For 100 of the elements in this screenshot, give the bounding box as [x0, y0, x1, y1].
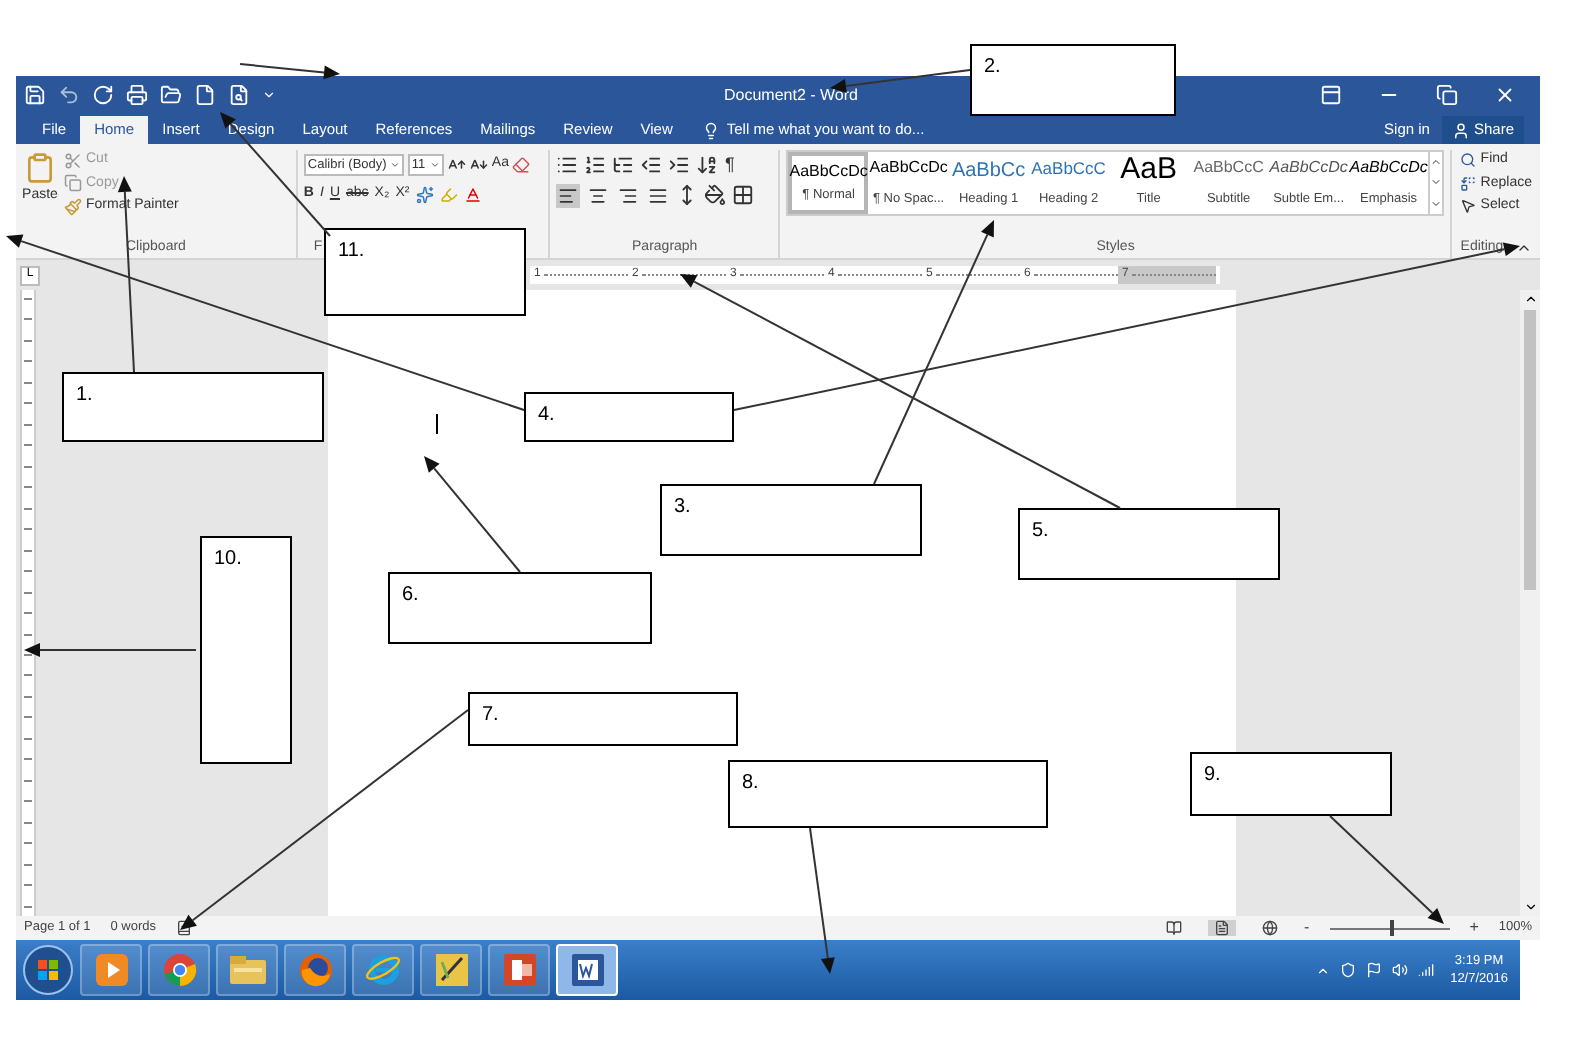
- browser-icon: [365, 952, 401, 988]
- taskbar-app[interactable]: [80, 944, 142, 996]
- volume-icon[interactable]: [1392, 962, 1409, 978]
- annotation-number: 6.: [402, 584, 419, 606]
- decrease-indent-icon[interactable]: [640, 154, 663, 176]
- style-preview: AaBbCcDc: [1349, 156, 1428, 180]
- scissors-icon: [64, 151, 82, 170]
- start-button[interactable]: [22, 944, 74, 996]
- firefox-icon: [297, 952, 333, 988]
- scroll-up-icon[interactable]: [1523, 292, 1537, 306]
- caret-icon: [389, 160, 400, 170]
- notes-icon: [433, 952, 469, 988]
- network-icon[interactable]: [1418, 962, 1435, 978]
- bullets-icon[interactable]: [556, 154, 579, 176]
- shrink-font-icon[interactable]: [469, 156, 488, 174]
- shield-icon[interactable]: [1340, 962, 1357, 978]
- justify-icon: [648, 185, 669, 205]
- view-button[interactable]: [1208, 920, 1237, 936]
- customize-caret-icon[interactable]: [262, 88, 276, 102]
- style-preview: AaBbCcDc: [869, 156, 948, 180]
- redo-icon[interactable]: [92, 84, 114, 106]
- copy-icon: [64, 174, 82, 193]
- paintbrush-icon: [64, 197, 82, 216]
- printer-icon[interactable]: [126, 84, 148, 106]
- presentation-app-icon: [501, 952, 537, 988]
- zoom-out-button[interactable]: -: [1304, 916, 1310, 940]
- style-preview: AaB: [1120, 156, 1177, 184]
- borders-icon[interactable]: [732, 184, 755, 206]
- annotation-number: 9.: [1204, 764, 1221, 786]
- style-preview: AaBbCcDc: [789, 160, 868, 184]
- undo-icon[interactable]: [58, 84, 80, 106]
- shading-icon[interactable]: [704, 184, 727, 206]
- zoom-thumb[interactable]: [1389, 919, 1394, 935]
- text-cursor: [436, 414, 438, 434]
- font-color-icon[interactable]: [463, 186, 482, 204]
- text-effects-icon[interactable]: [415, 186, 434, 204]
- alignment-button[interactable]: [646, 183, 671, 207]
- leader-arrow: [424, 456, 521, 573]
- media-player-icon: [93, 952, 129, 988]
- style-preview: AaBbCcC: [1031, 156, 1106, 182]
- folder-icon: [227, 952, 267, 988]
- annotation-number: 1.: [76, 384, 93, 406]
- style-preview: AaBbCc: [951, 158, 1026, 186]
- clear-formatting-icon[interactable]: [512, 156, 531, 174]
- caret-icon: [429, 160, 440, 170]
- style-preview: AaBbCcC: [1193, 156, 1264, 180]
- taskbar-app[interactable]: [352, 944, 414, 996]
- search-icon: [1460, 152, 1477, 169]
- pointer-icon: [1460, 198, 1477, 215]
- alignment-button[interactable]: [586, 183, 611, 207]
- chrome-icon: [161, 952, 197, 988]
- zoom-in-button[interactable]: +: [1469, 916, 1479, 940]
- flag-icon[interactable]: [1366, 962, 1383, 978]
- annotation-number: 3.: [674, 496, 691, 518]
- more-styles-icon[interactable]: [1430, 197, 1443, 210]
- align-center-icon: [588, 185, 609, 205]
- alignment-button[interactable]: [556, 183, 581, 207]
- annotation-number: 10.: [214, 548, 242, 570]
- annotation-number: 8.: [742, 772, 759, 794]
- save-icon[interactable]: [24, 84, 46, 106]
- clipboard-icon: [24, 150, 56, 186]
- folder-icon[interactable]: [160, 84, 182, 106]
- close-icon[interactable]: [1494, 84, 1516, 106]
- person-icon: [1451, 121, 1470, 139]
- annotation-number: 7.: [482, 704, 499, 726]
- annotation-number: 11.: [338, 240, 365, 262]
- style-preview: AaBbCcDc: [1269, 156, 1348, 180]
- ribbon-display-options-icon[interactable]: [1320, 84, 1342, 106]
- numbering-icon[interactable]: [584, 154, 607, 176]
- annotation-number: 2.: [984, 56, 1001, 78]
- replace-icon: [1460, 175, 1477, 192]
- show-formatting-button[interactable]: ¶: [724, 151, 735, 179]
- lightbulb-icon: [702, 121, 721, 139]
- restore-icon[interactable]: [1436, 84, 1458, 106]
- annotation-number: 4.: [538, 404, 555, 426]
- window-title: Document2 - Word: [724, 83, 858, 107]
- web-layout-icon: [1262, 920, 1279, 936]
- read-mode-icon: [1166, 920, 1183, 936]
- show-hidden-icons-icon[interactable]: [1316, 963, 1331, 977]
- taskbar-app[interactable]: [216, 944, 278, 996]
- print-preview-icon[interactable]: [228, 84, 250, 106]
- leader-arrow: [1329, 815, 1444, 924]
- taskbar-app[interactable]: [284, 944, 346, 996]
- grow-font-icon[interactable]: [447, 156, 466, 174]
- align-left-icon: [558, 185, 579, 205]
- scroll-down-icon[interactable]: [1523, 900, 1537, 914]
- align-right-icon: [618, 185, 639, 205]
- taskbar-app[interactable]: [488, 944, 550, 996]
- multilevel-list-icon[interactable]: [612, 154, 635, 176]
- taskbar-app[interactable]: [420, 944, 482, 996]
- leader-arrow: [239, 63, 340, 80]
- print-layout-icon: [1214, 920, 1231, 936]
- new-document-icon[interactable]: [194, 84, 216, 106]
- annotation-number: 5.: [1032, 520, 1049, 542]
- sort-icon[interactable]: [696, 154, 719, 176]
- increase-indent-icon[interactable]: [668, 154, 691, 176]
- document-app-icon: [569, 952, 605, 988]
- scroll-thumb[interactable]: [1524, 310, 1536, 590]
- alignment-button[interactable]: [616, 183, 641, 207]
- taskbar-app[interactable]: [556, 944, 618, 996]
